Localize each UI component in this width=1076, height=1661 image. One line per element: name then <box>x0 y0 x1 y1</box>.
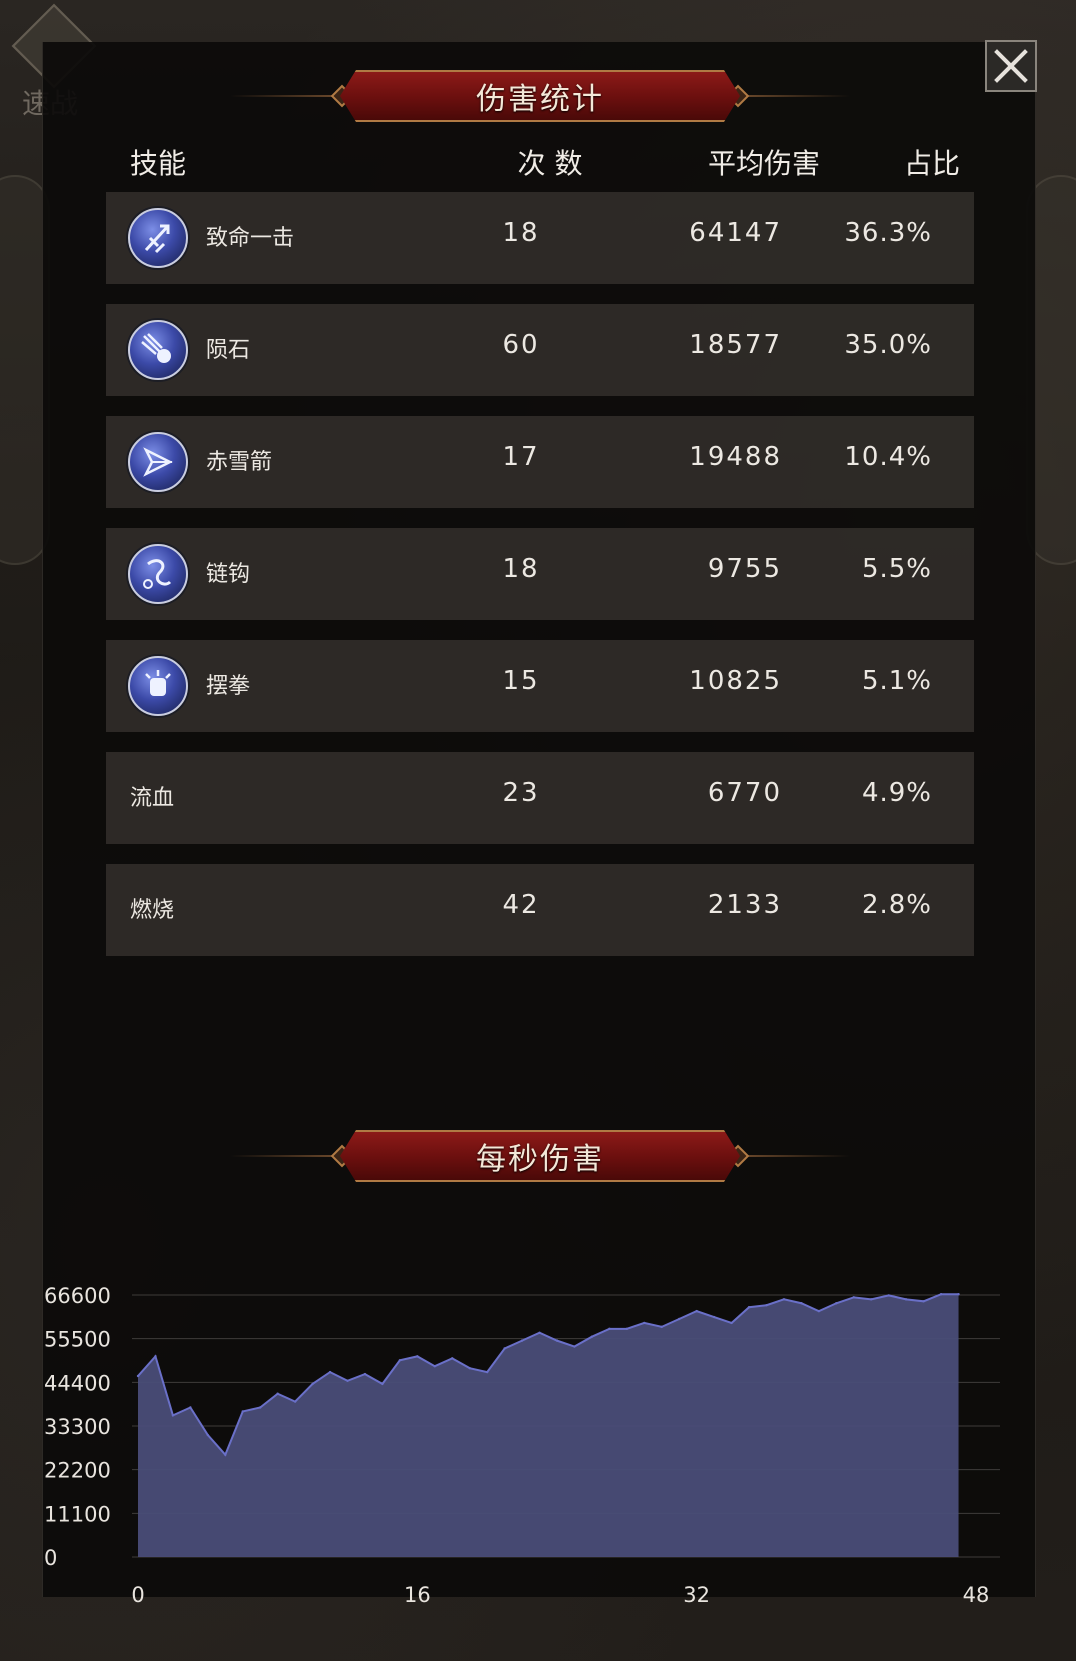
dps-point <box>625 1327 629 1331</box>
dps-point <box>520 1339 524 1342</box>
dps-point <box>835 1302 838 1305</box>
dps-point <box>224 1453 227 1456</box>
dps-point <box>573 1345 576 1348</box>
dps-point <box>590 1335 594 1338</box>
dps-point <box>485 1370 489 1374</box>
dps-point <box>939 1293 943 1296</box>
dps-point <box>765 1304 768 1307</box>
dps-point <box>259 1406 262 1409</box>
dps-point <box>136 1374 140 1378</box>
y-tick-label: 11100 <box>44 1502 111 1526</box>
dps-point <box>730 1321 733 1325</box>
dps-point <box>381 1382 384 1386</box>
x-tick-label: 32 <box>683 1583 710 1607</box>
dps-point <box>241 1410 244 1413</box>
x-tick-label: 16 <box>404 1583 431 1607</box>
x-tick-label: 0 <box>131 1583 144 1607</box>
dps-point <box>346 1379 349 1382</box>
dps-point <box>555 1339 559 1342</box>
dps-point <box>695 1309 698 1313</box>
dps-point <box>468 1366 471 1370</box>
dps-point <box>800 1302 803 1305</box>
dps-point <box>643 1321 646 1325</box>
dps-point <box>712 1315 716 1319</box>
y-tick-label: 44400 <box>44 1371 111 1395</box>
dps-point <box>904 1298 908 1301</box>
dps-point <box>817 1309 821 1313</box>
dps-point <box>311 1382 314 1386</box>
dps-point <box>433 1365 436 1368</box>
dps-point <box>608 1327 611 1331</box>
dps-point <box>678 1317 681 1321</box>
dps-point <box>747 1305 751 1309</box>
dps-point <box>293 1400 297 1403</box>
y-tick-label: 22200 <box>44 1459 111 1483</box>
y-tick-label: 0 <box>44 1546 57 1570</box>
dps-point <box>189 1406 192 1409</box>
dps-point <box>171 1414 175 1417</box>
dps-point <box>503 1347 506 1350</box>
dps-point <box>957 1293 960 1296</box>
dps-point <box>398 1359 402 1362</box>
dps-point <box>154 1355 157 1358</box>
dps-point <box>538 1331 541 1334</box>
y-tick-label: 33300 <box>44 1415 111 1439</box>
dps-point <box>887 1294 890 1297</box>
dps-area <box>138 1294 959 1557</box>
dps-point <box>451 1357 454 1360</box>
dps-point <box>660 1325 663 1329</box>
dps-point <box>416 1355 419 1358</box>
dps-point <box>276 1392 279 1395</box>
dps-point <box>870 1298 873 1301</box>
dps-point <box>782 1298 786 1301</box>
x-tick-label: 48 <box>963 1583 990 1607</box>
dps-point <box>363 1372 367 1376</box>
dps-point <box>852 1296 855 1299</box>
dps-point <box>328 1370 332 1374</box>
dps-point <box>922 1300 925 1303</box>
dps-chart: 0 11100 22200 33300 44400 55500 66600 0 16 32 48 <box>44 1284 1000 1607</box>
y-tick-label: 55500 <box>44 1328 111 1352</box>
dps-point <box>206 1433 210 1437</box>
y-tick-label: 66600 <box>44 1284 111 1308</box>
